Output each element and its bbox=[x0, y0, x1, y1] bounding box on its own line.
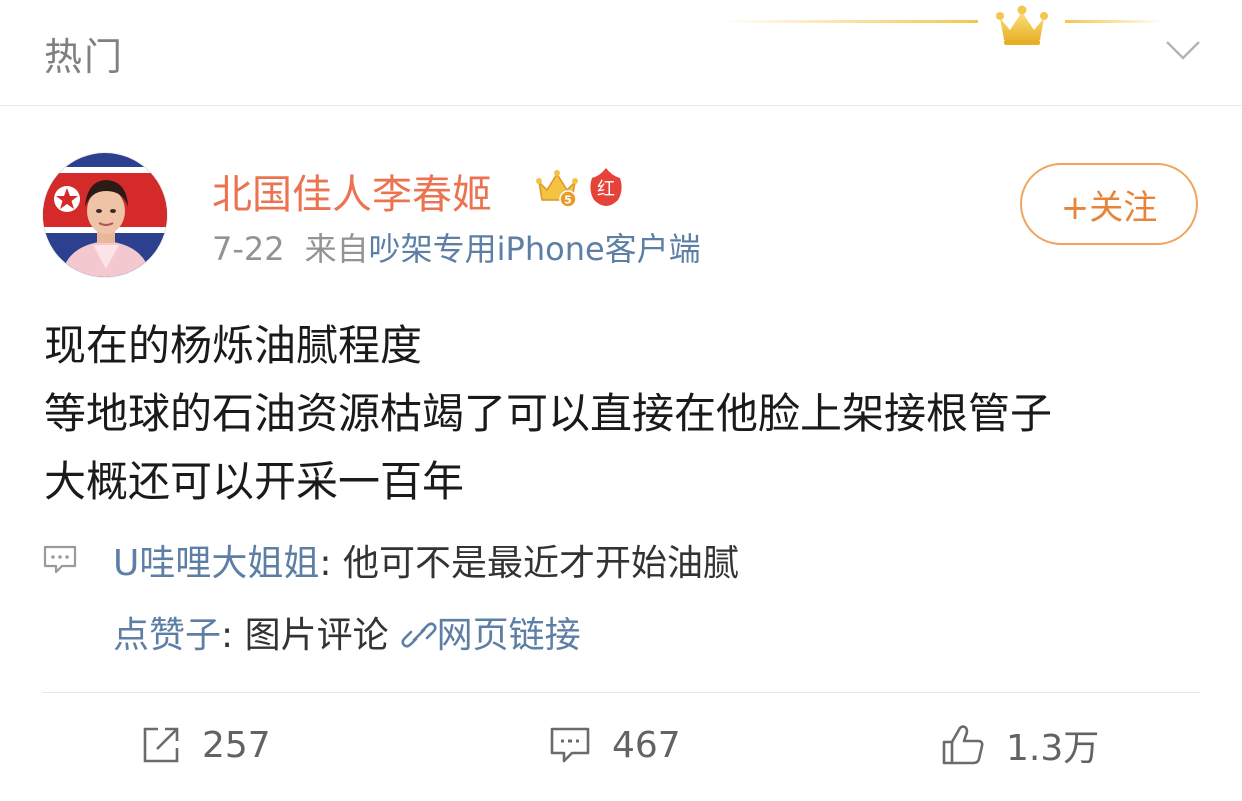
section-title: 热门 bbox=[44, 35, 125, 79]
comment-separator: : bbox=[221, 615, 245, 656]
post-text[interactable]: 现在的杨烁油腻程度 等地球的石油资源枯竭了可以直接在他脸上架接根管子 大概还可以… bbox=[44, 312, 1214, 516]
comment-preview[interactable]: U哇哩大姐姐: 他可不是最近才开始油腻 bbox=[113, 534, 739, 586]
svg-text:红: 红 bbox=[597, 179, 615, 200]
avatar-image bbox=[43, 153, 167, 277]
author-name[interactable]: 北国佳人李春姬 bbox=[212, 162, 492, 220]
comment-separator: : bbox=[319, 543, 343, 584]
decorative-gold-line-right bbox=[1065, 20, 1165, 23]
post-date: 7-22 bbox=[212, 230, 285, 268]
like-button[interactable]: 1.3万 bbox=[940, 720, 1099, 770]
follow-button[interactable]: +关注 bbox=[1020, 163, 1198, 245]
web-link[interactable]: 网页链接 bbox=[437, 615, 581, 656]
chevron-down-icon[interactable] bbox=[1164, 36, 1202, 64]
decorative-gold-line-left bbox=[720, 20, 978, 23]
section-header: 热门 bbox=[0, 0, 1242, 106]
post-meta: 7-22 来自吵架专用iPhone客户端 bbox=[212, 224, 701, 270]
repost-button[interactable]: 257 bbox=[140, 720, 271, 770]
avatar[interactable] bbox=[42, 152, 168, 278]
source-label: 来自 bbox=[304, 230, 369, 268]
commenter-name[interactable]: 点赞子 bbox=[113, 615, 221, 656]
comment-icon bbox=[550, 727, 590, 763]
repost-count: 257 bbox=[202, 724, 271, 766]
comment-text: 图片评论 bbox=[244, 615, 389, 656]
source-client-link[interactable]: 吵架专用iPhone客户端 bbox=[369, 230, 701, 268]
vip-crown-badge-icon[interactable]: 5 bbox=[535, 166, 579, 210]
red-v-badge-icon[interactable]: 红 bbox=[586, 166, 626, 208]
crown-icon bbox=[996, 5, 1048, 45]
post-text-line: 大概还可以开采一百年 bbox=[44, 457, 465, 506]
repost-icon bbox=[143, 727, 179, 763]
like-count: 1.3万 bbox=[1006, 728, 1100, 769]
comment-button[interactable]: 467 bbox=[548, 720, 681, 770]
post-text-line: 等地球的石油资源枯竭了可以直接在他脸上架接根管子 bbox=[44, 389, 1053, 438]
divider bbox=[42, 692, 1200, 693]
commenter-name[interactable]: U哇哩大姐姐 bbox=[113, 543, 319, 584]
post-text-line: 现在的杨烁油腻程度 bbox=[44, 321, 423, 370]
comment-preview[interactable]: 点赞子: 图片评论 网页链接 bbox=[113, 606, 581, 658]
thumbs-up-icon bbox=[942, 725, 984, 765]
comment-bubble-icon bbox=[43, 545, 77, 574]
link-chain-icon bbox=[401, 622, 437, 648]
comment-count: 467 bbox=[612, 724, 681, 766]
comment-text: 他可不是最近才开始油腻 bbox=[342, 543, 739, 584]
svg-text:5: 5 bbox=[564, 194, 572, 207]
